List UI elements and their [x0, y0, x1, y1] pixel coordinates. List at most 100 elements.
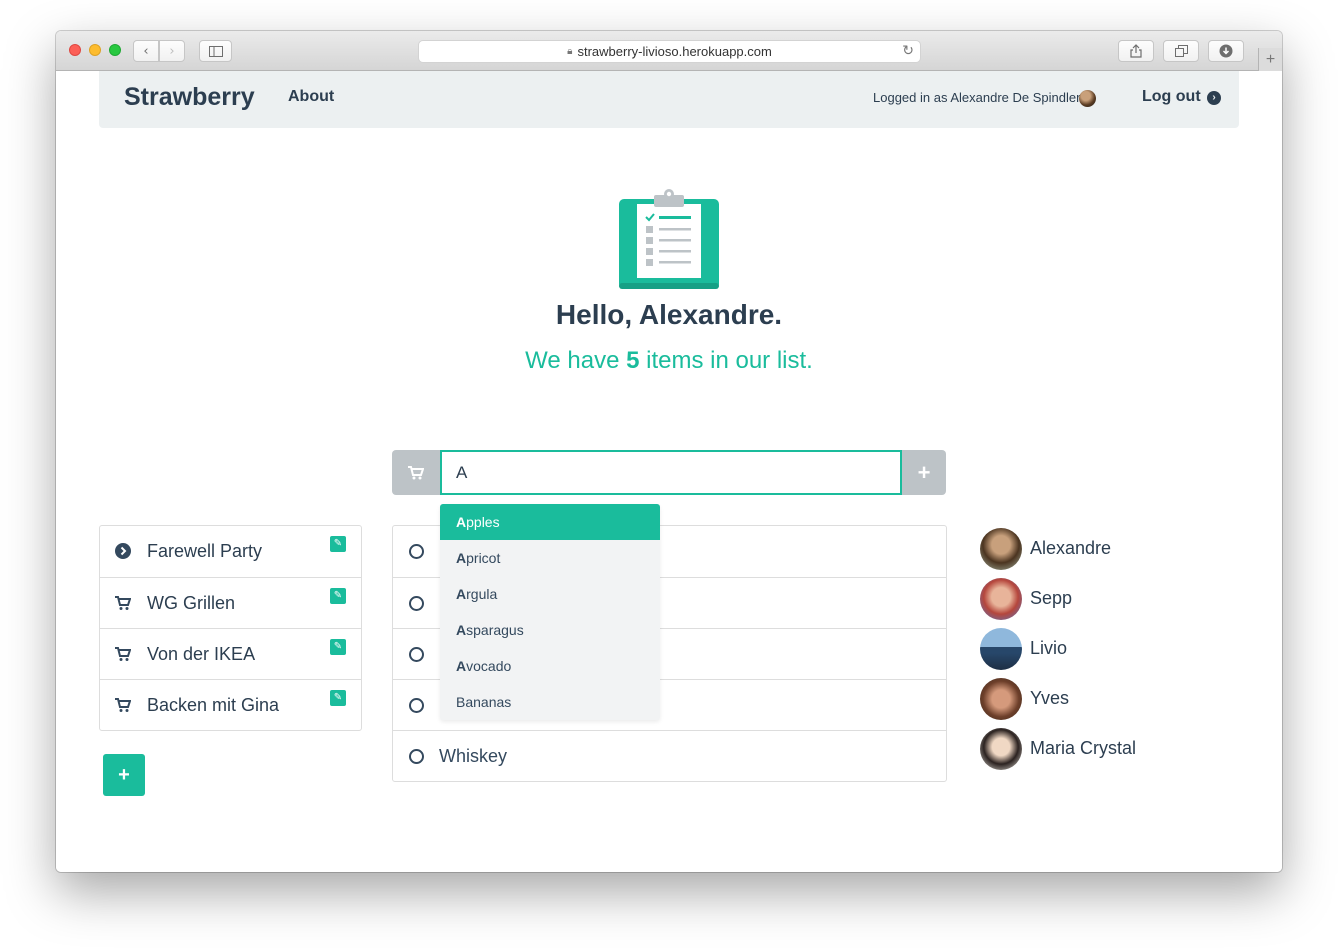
- autocomplete-rest: vocado: [466, 658, 512, 674]
- list-item[interactable]: Farewell Party ✎: [100, 526, 361, 577]
- autocomplete-rest: rgula: [466, 586, 498, 602]
- user-name: Maria Crystal: [1030, 738, 1137, 758]
- add-item-button[interactable]: +: [902, 450, 946, 495]
- clipboard-icon: [619, 189, 719, 289]
- item-checkbox[interactable]: [409, 647, 424, 662]
- pencil-icon[interactable]: ✎: [330, 536, 346, 552]
- address-bar[interactable]: 🔒︎ strawberry-livioso.herokuapp.com ↻: [418, 40, 921, 63]
- plus-icon: +: [917, 459, 931, 485]
- sidebar-toggle-button[interactable]: [199, 40, 232, 62]
- add-item-group: +: [392, 450, 946, 495]
- user-item[interactable]: Sepp: [980, 578, 1230, 628]
- chevron-circle-right-icon: ›: [1207, 91, 1222, 105]
- close-window-button[interactable]: [69, 44, 81, 56]
- user-name: Alexandre: [1030, 538, 1112, 558]
- downloads-button[interactable]: [1208, 40, 1244, 62]
- autocomplete-option[interactable]: Apples: [440, 504, 660, 540]
- users-panel: Alexandre Sepp Livio Yves Maria Crystal: [980, 528, 1230, 778]
- logout-link[interactable]: Log out ›: [1142, 88, 1222, 106]
- plus-icon: +: [118, 763, 130, 786]
- autocomplete-option[interactable]: Argula: [440, 576, 660, 612]
- back-button[interactable]: ‹: [133, 40, 159, 62]
- add-item-input[interactable]: [440, 450, 902, 495]
- add-list-button[interactable]: +: [103, 754, 145, 796]
- navbar: Strawberry About Logged in as Alexandre …: [99, 71, 1239, 128]
- list-item[interactable]: WG Grillen ✎: [100, 577, 361, 628]
- pencil-icon[interactable]: ✎: [330, 639, 346, 655]
- list-item[interactable]: Whiskey: [393, 730, 946, 781]
- pencil-icon[interactable]: ✎: [330, 690, 346, 706]
- list-item[interactable]: Backen mit Gina ✎: [100, 679, 361, 730]
- autocomplete-match: A: [456, 514, 467, 530]
- url-text: strawberry-livioso.herokuapp.com: [577, 44, 772, 59]
- list-item-label: Von der IKEA: [147, 644, 256, 664]
- page-content: Strawberry About Logged in as Alexandre …: [56, 71, 1282, 872]
- autocomplete-match: A: [456, 658, 467, 674]
- user-item[interactable]: Alexandre: [980, 528, 1230, 578]
- logged-in-text: Logged in as Alexandre De Spindler: [873, 90, 1081, 105]
- item-count-text: We have 5 items in our list.: [56, 347, 1282, 375]
- user-item[interactable]: Maria Crystal: [980, 728, 1230, 778]
- cart-icon: [408, 465, 424, 479]
- cart-addon: [392, 450, 440, 495]
- item-checkbox[interactable]: [409, 544, 424, 559]
- cart-icon: [115, 698, 131, 712]
- autocomplete-match: A: [456, 586, 467, 602]
- list-item-label: Farewell Party: [147, 541, 263, 561]
- item-checkbox[interactable]: [409, 749, 424, 764]
- user-name: Livio: [1030, 638, 1068, 658]
- autocomplete-match: A: [456, 550, 467, 566]
- forward-button[interactable]: ›: [159, 40, 185, 62]
- share-icon: [1130, 44, 1142, 58]
- autocomplete-option[interactable]: Apricot: [440, 540, 660, 576]
- chevron-left-icon: ‹: [143, 43, 149, 59]
- show-tabs-button[interactable]: [1163, 40, 1199, 62]
- item-count-value: 5: [626, 347, 640, 374]
- item-checkbox[interactable]: [409, 596, 424, 611]
- autocomplete-option[interactable]: Avocado: [440, 648, 660, 684]
- autocomplete-rest: Bananas: [456, 694, 512, 710]
- chevron-right-icon: ›: [169, 43, 175, 59]
- reload-icon[interactable]: ↻: [902, 43, 914, 59]
- nav-about-link[interactable]: About: [288, 88, 334, 106]
- new-tab-button[interactable]: +: [1258, 48, 1282, 71]
- autocomplete-rest: pricot: [466, 550, 501, 566]
- avatar: [980, 728, 1022, 770]
- sidebar-icon: [208, 45, 223, 57]
- avatar: [980, 578, 1022, 620]
- logout-label: Log out: [1142, 88, 1201, 105]
- user-name: Sepp: [1030, 588, 1073, 608]
- avatar: [1079, 90, 1096, 107]
- autocomplete-rest: sparagus: [466, 622, 524, 638]
- cart-icon: [115, 647, 131, 661]
- pencil-icon[interactable]: ✎: [330, 588, 346, 604]
- autocomplete-option[interactable]: Bananas: [440, 684, 660, 720]
- autocomplete-option[interactable]: Asparagus: [440, 612, 660, 648]
- autocomplete-dropdown: Apples Apricot Argula Asparagus Avocado …: [440, 504, 660, 720]
- chevron-circle-right-icon: [115, 543, 131, 559]
- list-item[interactable]: Von der IKEA ✎: [100, 628, 361, 679]
- autocomplete-match: A: [456, 622, 467, 638]
- share-button[interactable]: [1118, 40, 1154, 62]
- item-label: Whiskey: [439, 746, 508, 766]
- user-item[interactable]: Yves: [980, 678, 1230, 728]
- list-item-label: WG Grillen: [147, 593, 236, 613]
- cart-icon: [115, 596, 131, 610]
- user-name: Yves: [1030, 688, 1070, 708]
- brand-link[interactable]: Strawberry: [124, 83, 255, 112]
- avatar: [980, 528, 1022, 570]
- plus-icon: +: [1265, 50, 1276, 68]
- user-item[interactable]: Livio: [980, 628, 1230, 678]
- avatar: [980, 678, 1022, 720]
- minimize-window-button[interactable]: [89, 44, 101, 56]
- browser-titlebar: ‹ › 🔒︎ strawberry-livioso.herokuapp.com …: [56, 31, 1282, 71]
- lock-icon: 🔒︎: [567, 46, 573, 57]
- item-count-suffix: items in our list.: [639, 347, 813, 374]
- lists-panel: Farewell Party ✎ WG Grillen ✎ Von der IK…: [99, 525, 362, 731]
- page-title: Hello, Alexandre.: [555, 299, 783, 330]
- autocomplete-rest: pples: [466, 514, 500, 530]
- zoom-window-button[interactable]: [109, 44, 121, 56]
- avatar: [980, 628, 1022, 670]
- item-count-prefix: We have: [525, 347, 627, 374]
- item-checkbox[interactable]: [409, 698, 424, 713]
